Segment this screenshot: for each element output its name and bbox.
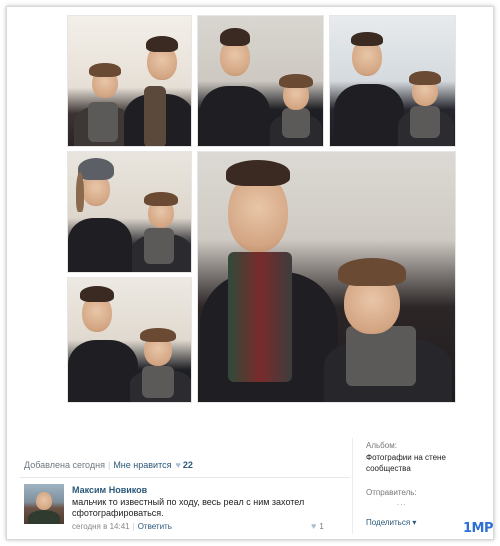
divider	[20, 477, 350, 478]
like-count[interactable]: 22	[183, 460, 193, 470]
share-label: Поделиться	[366, 518, 411, 527]
separator: |	[132, 522, 135, 531]
boy-hair	[144, 192, 178, 206]
boy-hair	[409, 71, 441, 85]
sidebar-divider	[352, 438, 353, 534]
heart-icon[interactable]: ♥	[311, 521, 316, 531]
boy-hair	[338, 258, 406, 286]
comment-like[interactable]: ♥ 1	[311, 521, 324, 531]
watermark-logo: 1MP	[463, 521, 494, 536]
album-link[interactable]: Фотографии на стене сообщества	[366, 452, 476, 474]
man-hair	[146, 36, 178, 52]
photo-2[interactable]	[197, 15, 324, 147]
avatar[interactable]	[24, 484, 64, 524]
comment-time[interactable]: сегодня в 14:41	[72, 522, 130, 531]
man-body	[334, 84, 404, 146]
man-hair	[80, 286, 114, 302]
heart-icon[interactable]: ♥	[175, 460, 180, 470]
scarf	[88, 102, 118, 142]
photo-1[interactable]	[67, 15, 192, 147]
album-label: Альбом:	[366, 441, 397, 450]
man-body	[68, 218, 132, 272]
boy-hair	[140, 328, 176, 342]
scarf	[142, 366, 174, 398]
man-body	[200, 86, 270, 146]
boy-hair	[279, 74, 313, 88]
sender-label: Отправитель:	[366, 488, 417, 497]
scarf	[410, 106, 440, 138]
beanie	[78, 158, 114, 180]
share-button[interactable]: Поделиться ▾	[366, 518, 416, 527]
chevron-down-icon: ▾	[412, 518, 417, 527]
man-body	[68, 340, 138, 402]
photo-5-main[interactable]	[197, 151, 456, 403]
man-hair	[226, 160, 290, 186]
comment-author[interactable]: Максим Новиков	[72, 485, 147, 495]
comment-text: мальчик то известный по ходу, весь реал …	[72, 497, 305, 518]
man-hair	[351, 32, 383, 46]
photo-4[interactable]	[67, 151, 192, 273]
avatar-face	[36, 492, 52, 510]
scarf	[144, 228, 174, 264]
boy-hair	[89, 63, 121, 77]
post-date: Добавлена сегодня	[24, 460, 105, 470]
scarf	[282, 108, 310, 138]
reply-button[interactable]: Ответить	[138, 522, 172, 531]
post-stats: Добавлена сегодня | Мне нравится ♥ 22	[24, 460, 193, 470]
sender-value[interactable]: ...	[397, 497, 407, 508]
photo-6[interactable]	[67, 277, 192, 403]
separator: |	[107, 460, 111, 470]
photo-3[interactable]	[329, 15, 456, 147]
man-scarf	[228, 252, 292, 382]
like-button[interactable]: Мне нравится	[113, 460, 171, 470]
comment-meta: сегодня в 14:41 | Ответить	[72, 522, 172, 531]
avatar-shirt	[28, 510, 60, 524]
man-hair	[76, 172, 84, 212]
man-scarf	[144, 86, 166, 146]
comment-like-count: 1	[319, 522, 324, 531]
scarf	[346, 326, 416, 386]
man-hair	[220, 28, 250, 46]
